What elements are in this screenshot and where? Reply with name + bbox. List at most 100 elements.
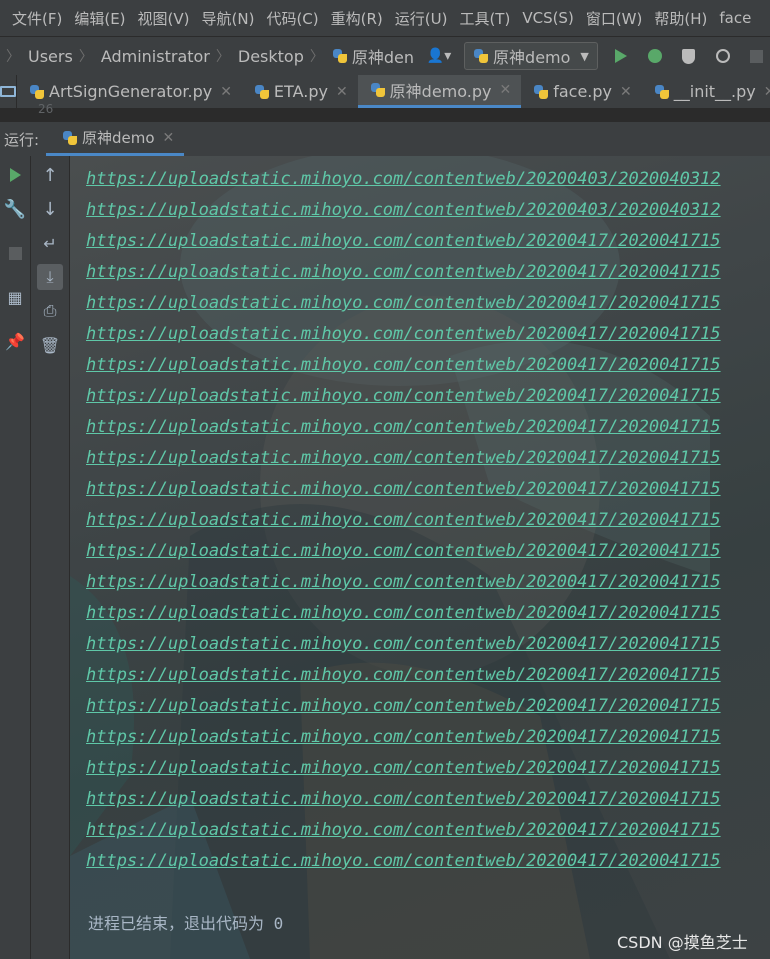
profile-button[interactable] — [712, 45, 734, 67]
arrow-up-icon[interactable]: ↑ — [37, 162, 63, 188]
chevron-right-icon: 〉 — [309, 49, 324, 65]
console-lines: https://uploadstatic.mihoyo.com/contentw… — [86, 164, 721, 877]
close-icon[interactable]: ✕ — [620, 84, 632, 100]
console-link[interactable]: https://uploadstatic.mihoyo.com/contentw… — [86, 226, 721, 257]
console-link[interactable]: https://uploadstatic.mihoyo.com/contentw… — [86, 815, 721, 846]
console-link[interactable]: https://uploadstatic.mihoyo.com/contentw… — [86, 381, 721, 412]
menu-run[interactable]: 运行(U) — [389, 8, 454, 29]
console-link[interactable]: https://uploadstatic.mihoyo.com/contentw… — [86, 288, 721, 319]
debug-icon — [647, 49, 662, 63]
console-link[interactable]: https://uploadstatic.mihoyo.com/contentw… — [86, 257, 721, 288]
close-icon[interactable]: ✕ — [163, 130, 175, 146]
console-link[interactable]: https://uploadstatic.mihoyo.com/contentw… — [86, 195, 721, 226]
console-link[interactable]: https://uploadstatic.mihoyo.com/contentw… — [86, 164, 721, 195]
console-link[interactable]: https://uploadstatic.mihoyo.com/contentw… — [86, 598, 721, 629]
tab-label: face.py — [553, 82, 613, 101]
tab-label: ETA.py — [273, 82, 328, 101]
breadcrumb: 〉 Users 〉 Administrator 〉 Desktop 〉 原神de… — [0, 44, 414, 68]
user-icon[interactable]: 👤▾ — [427, 45, 451, 67]
wrench-icon[interactable]: 🔧 — [2, 196, 28, 222]
watermark: CSDN @摸鱼芝士 — [617, 933, 748, 952]
console-link[interactable]: https://uploadstatic.mihoyo.com/contentw… — [86, 722, 721, 753]
menu-window[interactable]: 窗口(W) — [580, 8, 649, 29]
console-link[interactable]: https://uploadstatic.mihoyo.com/contentw… — [86, 443, 721, 474]
tab-face[interactable]: face.py ✕ — [521, 75, 642, 108]
tab-yuanshen-demo[interactable]: 原神demo.py ✕ — [357, 75, 522, 108]
console-link[interactable]: https://uploadstatic.mihoyo.com/contentw… — [86, 629, 721, 660]
close-icon[interactable]: ✕ — [764, 84, 770, 100]
scroll-to-end-icon[interactable]: ⤓ — [37, 264, 63, 290]
pin-icon[interactable]: 📌 — [2, 328, 28, 354]
console-link[interactable]: https://uploadstatic.mihoyo.com/contentw… — [86, 505, 721, 536]
project-view-toggle[interactable] — [0, 75, 17, 108]
debug-button[interactable] — [644, 45, 666, 67]
menu-file[interactable]: 文件(F) — [0, 8, 68, 29]
trash-icon[interactable]: 🗑 — [37, 332, 63, 358]
run-config-selector[interactable]: 原神demo ▼ — [464, 42, 598, 70]
run-tab[interactable]: 原神demo ✕ — [46, 122, 185, 156]
breadcrumb-administrator[interactable]: Administrator — [101, 47, 210, 66]
chevron-right-icon: 〉 — [215, 49, 230, 65]
close-icon[interactable]: ✕ — [499, 82, 511, 98]
run-button[interactable] — [610, 45, 632, 67]
console-link[interactable]: https://uploadstatic.mihoyo.com/contentw… — [86, 567, 721, 598]
python-file-icon — [473, 48, 489, 64]
run-window-label: 运行: — [4, 130, 40, 149]
chevron-right-icon: 〉 — [78, 49, 93, 65]
console-output[interactable]: https://uploadstatic.mihoyo.com/contentw… — [70, 156, 770, 959]
breadcrumb-file[interactable]: 原神den — [352, 44, 414, 68]
menu-help[interactable]: 帮助(H) — [648, 8, 713, 29]
console-link[interactable]: https://uploadstatic.mihoyo.com/contentw… — [86, 846, 721, 877]
stop-button[interactable] — [746, 45, 768, 67]
console-link[interactable]: https://uploadstatic.mihoyo.com/contentw… — [86, 536, 721, 567]
menu-edit[interactable]: 编辑(E) — [68, 8, 131, 29]
console-link[interactable]: https://uploadstatic.mihoyo.com/contentw… — [86, 319, 721, 350]
console-link[interactable]: https://uploadstatic.mihoyo.com/contentw… — [86, 784, 721, 815]
arrow-down-icon[interactable]: ↓ — [37, 196, 63, 222]
tab-eta[interactable]: ETA.py ✕ — [242, 75, 358, 108]
menu-vcs[interactable]: VCS(S) — [516, 9, 579, 27]
editor-area[interactable]: 26 — [0, 102, 770, 122]
rerun-button[interactable] — [2, 162, 28, 188]
console-link[interactable]: https://uploadstatic.mihoyo.com/contentw… — [86, 350, 721, 381]
run-icon — [614, 49, 627, 63]
python-file-icon — [62, 130, 78, 146]
monitor-icon — [0, 86, 16, 97]
console-toolbar: ↑ ↓ ↵ ⤓ ⎙ 🗑 — [31, 156, 70, 959]
close-icon[interactable]: ✕ — [220, 84, 232, 100]
layout-icon[interactable]: ▦ — [2, 284, 28, 310]
coverage-icon — [682, 48, 696, 64]
chevron-down-icon: ▼ — [580, 49, 589, 63]
print-icon[interactable]: ⎙ — [37, 298, 63, 324]
python-file-icon — [254, 84, 270, 100]
coverage-button[interactable] — [678, 45, 700, 67]
exit-message: 进程已结束，退出代码为 0 — [88, 914, 284, 933]
menu-bar: 文件(F) 编辑(E) 视图(V) 导航(N) 代码(C) 重构(R) 运行(U… — [0, 0, 770, 36]
stop-icon — [8, 246, 22, 260]
close-icon[interactable]: ✕ — [336, 84, 348, 100]
stop-icon — [750, 49, 764, 63]
menu-code[interactable]: 代码(C) — [260, 8, 324, 29]
console-link[interactable]: https://uploadstatic.mihoyo.com/contentw… — [86, 753, 721, 784]
python-file-icon — [29, 84, 45, 100]
soft-wrap-icon[interactable]: ↵ — [37, 230, 63, 256]
menu-navigate[interactable]: 导航(N) — [196, 8, 261, 29]
menu-tools[interactable]: 工具(T) — [453, 8, 516, 29]
menu-view[interactable]: 视图(V) — [132, 8, 196, 29]
run-tab-label: 原神demo — [82, 129, 155, 147]
console-link[interactable]: https://uploadstatic.mihoyo.com/contentw… — [86, 660, 721, 691]
breadcrumb-users[interactable]: Users — [28, 47, 73, 66]
navigation-bar: 〉 Users 〉 Administrator 〉 Desktop 〉 原神de… — [0, 36, 770, 76]
stop-button[interactable] — [2, 240, 28, 266]
editor-tabs: ArtSignGenerator.py ✕ ETA.py ✕ 原神demo.py… — [0, 75, 770, 109]
console-link[interactable]: https://uploadstatic.mihoyo.com/contentw… — [86, 474, 721, 505]
console-link[interactable]: https://uploadstatic.mihoyo.com/contentw… — [86, 412, 721, 443]
breadcrumb-desktop[interactable]: Desktop — [238, 47, 304, 66]
python-file-icon — [370, 82, 386, 98]
tab-label: 原神demo.py — [389, 82, 492, 101]
console-link[interactable]: https://uploadstatic.mihoyo.com/contentw… — [86, 691, 721, 722]
run-config-label: 原神demo — [493, 48, 571, 67]
menu-refactor[interactable]: 重构(R) — [325, 8, 389, 29]
tab-init[interactable]: __init__.py ✕ — [642, 75, 770, 108]
python-file-icon — [654, 84, 670, 100]
